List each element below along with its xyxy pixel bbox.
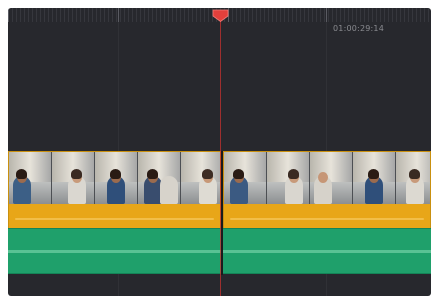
clip-thumbnails xyxy=(9,152,220,204)
thumbnail-frame xyxy=(396,152,430,204)
thumbnail-frame xyxy=(9,152,52,204)
ruler-tick xyxy=(326,8,327,22)
ruler-timecode-label: 01:00:29:14 xyxy=(333,24,385,33)
ruler-tick xyxy=(8,8,9,22)
ruler-tick xyxy=(118,8,119,22)
playhead-marker-icon[interactable] xyxy=(212,7,229,22)
thumbnail-frame xyxy=(267,152,310,204)
audio-waveform xyxy=(8,250,221,253)
video-clip-bar xyxy=(224,204,430,228)
clip-thumbnails xyxy=(224,152,430,204)
playhead-line[interactable] xyxy=(220,10,221,296)
edit-point[interactable] xyxy=(221,151,223,275)
thumbnail-frame xyxy=(181,152,220,204)
thumbnail-frame xyxy=(52,152,95,204)
audio-clip-right[interactable] xyxy=(223,228,431,274)
audio-clip-left[interactable] xyxy=(8,228,221,274)
thumbnail-frame xyxy=(138,152,181,204)
thumbnail-frame xyxy=(310,152,353,204)
thumbnail-frame xyxy=(353,152,396,204)
video-clip-left[interactable] xyxy=(8,151,221,229)
audio-waveform xyxy=(223,250,431,253)
thumbnail-frame xyxy=(95,152,138,204)
video-clip-right[interactable] xyxy=(223,151,431,229)
video-clip-bar xyxy=(9,204,220,228)
thumbnail-frame xyxy=(224,152,267,204)
